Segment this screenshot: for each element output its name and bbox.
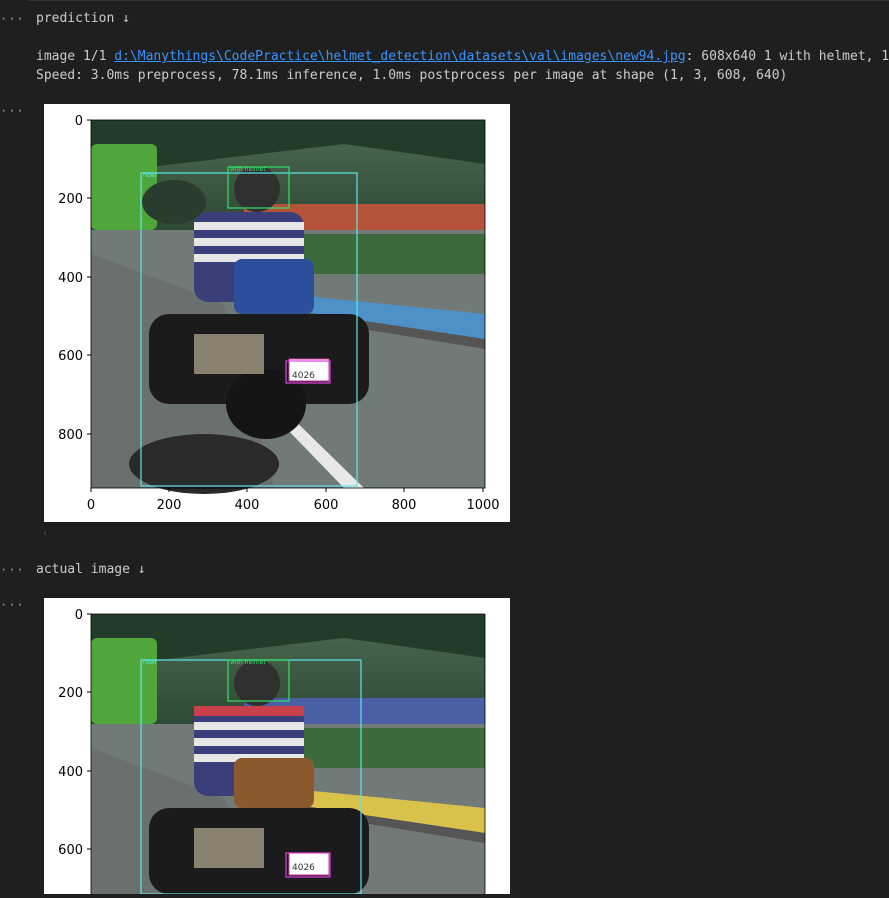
y-axis: 0 200 400 600 800 — [58, 114, 91, 443]
output-prefix: image 1/1 — [36, 49, 115, 64]
bus — [91, 144, 157, 230]
y-axis: 0 200 400 600 — [58, 608, 91, 858]
y-tick-label: 400 — [58, 271, 83, 286]
y-tick-label: 0 — [75, 114, 83, 129]
output-line-image: image 1/1 d:\Manythings\CodePractice\hel… — [36, 49, 889, 64]
cell-top-border — [28, 0, 889, 1]
cell-more-actions[interactable]: ··· — [0, 563, 25, 577]
bus — [91, 638, 157, 724]
output-more-actions[interactable]: ··· — [0, 104, 25, 118]
helmet-box-label: with helmet — [230, 659, 266, 666]
y-tick-label: 0 — [75, 608, 83, 623]
cell-heading-prediction: prediction ↓ — [36, 11, 130, 26]
photo-scene — [91, 614, 485, 894]
x-tick-label: 800 — [392, 498, 417, 513]
cell-heading-actual: actual image ↓ — [36, 562, 146, 577]
y-tick-label: 400 — [58, 765, 83, 780]
plate-text: 4026 — [292, 371, 315, 381]
horizontal-scroll-indicator[interactable]: ‹ — [42, 528, 48, 539]
y-tick-label: 200 — [58, 686, 83, 701]
x-tick-label: 400 — [235, 498, 260, 513]
cell-more-actions[interactable]: ··· — [0, 12, 25, 26]
y-tick-label: 600 — [58, 349, 83, 364]
x-axis: 0 200 400 600 800 1000 — [87, 488, 500, 513]
y-tick-label: 200 — [58, 192, 83, 207]
actual-plot: rider with helmet 4026 0 200 400 600 — [58, 608, 486, 895]
x-tick-label: 1000 — [466, 498, 499, 513]
y-tick-label: 600 — [58, 843, 83, 858]
rider-box-label: rider — [143, 172, 158, 179]
x-tick-label: 200 — [157, 498, 182, 513]
prediction-figure: rider with helmet 4026 0 200 400 600 800… — [44, 104, 510, 522]
actual-figure: rider with helmet 4026 0 200 400 600 — [44, 598, 510, 895]
output-more-actions[interactable]: ··· — [0, 598, 25, 612]
x-tick-label: 600 — [314, 498, 339, 513]
prediction-plot: rider with helmet 4026 0 200 400 600 800… — [58, 114, 500, 513]
plate-text: 4026 — [292, 863, 315, 873]
image-path-link[interactable]: d:\Manythings\CodePractice\helmet_detect… — [114, 49, 685, 64]
y-tick-label: 800 — [58, 428, 83, 443]
rider-box-label: rider — [143, 659, 158, 666]
output-suffix: : 608x640 1 with helmet, 1 r — [685, 49, 889, 64]
x-tick-label: 0 — [87, 498, 95, 513]
output-line-speed: Speed: 3.0ms preprocess, 78.1ms inferenc… — [36, 68, 788, 83]
helmet-box-label: with helmet — [230, 166, 266, 173]
